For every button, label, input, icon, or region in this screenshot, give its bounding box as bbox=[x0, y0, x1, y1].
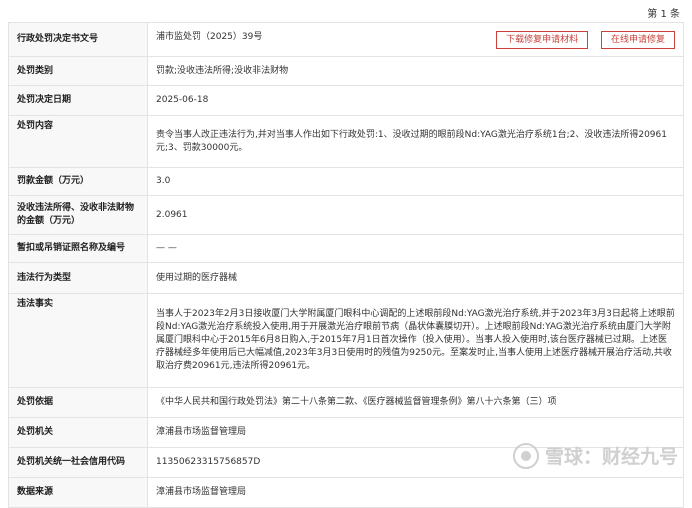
table-row: 处罚机关统一社会信用代码 11350623315756857D bbox=[8, 447, 684, 478]
violation-type-value: 使用过期的医疗器械 bbox=[147, 262, 684, 294]
confiscation-amount-label: 没收违法所得、没收非法财物的金额（万元） bbox=[8, 195, 148, 235]
online-repair-apply-button[interactable]: 在线申请修复 bbox=[600, 30, 675, 49]
decision-date-value: 2025-06-18 bbox=[147, 85, 684, 116]
decision-date-label: 处罚决定日期 bbox=[8, 85, 148, 116]
table-row: 没收违法所得、没收非法财物的金额（万元） 2.0961 bbox=[8, 195, 684, 235]
table-row: 行政处罚决定书文号 浦市监处罚（2025）39号 下载修复申请材料 在线申请修复 bbox=[8, 22, 684, 57]
violation-facts-label: 违法事实 bbox=[8, 293, 148, 388]
license-label: 暂扣或吊销证照名称及编号 bbox=[8, 234, 148, 263]
table-row: 暂扣或吊销证照名称及编号 — — bbox=[8, 234, 684, 263]
fine-amount-label: 罚款金额（万元） bbox=[8, 167, 148, 196]
table-row: 处罚决定日期 2025-06-18 bbox=[8, 85, 684, 116]
download-repair-materials-button[interactable]: 下载修复申请材料 bbox=[496, 30, 589, 49]
doc-number-value: 浦市监处罚（2025）39号 bbox=[156, 31, 263, 42]
violation-facts-value: 当事人于2023年2月3日接收厦门大学附属厦门眼科中心调配的上述眼前段Nd:YA… bbox=[147, 293, 684, 388]
license-value: — — bbox=[147, 234, 684, 263]
table-row: 处罚类别 罚款;没收违法所得;没收非法财物 bbox=[8, 56, 684, 86]
action-buttons: 下载修复申请材料 在线申请修复 bbox=[486, 30, 675, 49]
penalty-content-value: 责令当事人改正违法行为,并对当事人作出如下行政处罚:1、没收过期的眼前段Nd:Y… bbox=[147, 115, 684, 168]
authority-value: 漳浦县市场监督管理局 bbox=[147, 417, 684, 448]
penalty-basis-label: 处罚依据 bbox=[8, 387, 148, 418]
table-row: 违法行为类型 使用过期的医疗器械 bbox=[8, 262, 684, 294]
authority-label: 处罚机关 bbox=[8, 417, 148, 448]
penalty-content-label: 处罚内容 bbox=[8, 115, 148, 168]
table-row: 处罚内容 责令当事人改正违法行为,并对当事人作出如下行政处罚:1、没收过期的眼前… bbox=[8, 115, 684, 168]
data-source-label: 数据来源 bbox=[8, 477, 148, 508]
violation-type-label: 违法行为类型 bbox=[8, 262, 148, 294]
table-row: 处罚机关 漳浦县市场监督管理局 bbox=[8, 417, 684, 448]
fine-amount-value: 3.0 bbox=[147, 167, 684, 196]
penalty-basis-value: 《中华人民共和国行政处罚法》第二十八条第二款、《医疗器械监督管理条例》第八十六条… bbox=[147, 387, 684, 418]
credit-code-value: 11350623315756857D bbox=[147, 447, 684, 478]
doc-number-label: 行政处罚决定书文号 bbox=[8, 22, 148, 57]
table-row: 违法事实 当事人于2023年2月3日接收厦门大学附属厦门眼科中心调配的上述眼前段… bbox=[8, 293, 684, 388]
data-source-value: 漳浦县市场监督管理局 bbox=[147, 477, 684, 508]
category-value: 罚款;没收违法所得;没收非法财物 bbox=[147, 56, 684, 86]
credit-code-label: 处罚机关统一社会信用代码 bbox=[8, 447, 148, 478]
category-label: 处罚类别 bbox=[8, 56, 148, 86]
table-row: 数据来源 漳浦县市场监督管理局 bbox=[8, 477, 684, 508]
confiscation-amount-value: 2.0961 bbox=[147, 195, 684, 235]
penalty-record-table: 行政处罚决定书文号 浦市监处罚（2025）39号 下载修复申请材料 在线申请修复… bbox=[8, 22, 684, 508]
doc-number-cell: 浦市监处罚（2025）39号 下载修复申请材料 在线申请修复 bbox=[147, 22, 684, 57]
table-row: 罚款金额（万元） 3.0 bbox=[8, 167, 684, 196]
table-row: 处罚依据 《中华人民共和国行政处罚法》第二十八条第二款、《医疗器械监督管理条例》… bbox=[8, 387, 684, 418]
page-number: 第 1 条 bbox=[647, 9, 680, 20]
